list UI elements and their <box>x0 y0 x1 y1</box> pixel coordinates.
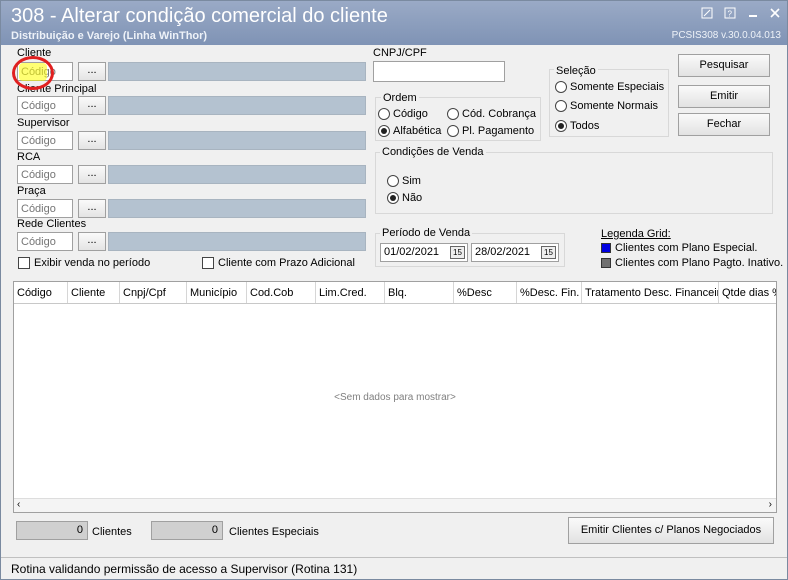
rca-search-button[interactable]: ... <box>78 165 106 184</box>
ordem-alfabetica-label: Alfabética <box>393 125 442 137</box>
prazo-adicional-checkbox[interactable] <box>202 257 214 269</box>
ordem-label: Ordem <box>381 92 419 104</box>
legend-especial-label: Clientes com Plano Especial. <box>615 242 758 254</box>
condicoes-sim-radio[interactable] <box>387 175 399 187</box>
praca-label: Praça <box>17 185 46 197</box>
ordem-cod-cobranca-radio[interactable] <box>447 108 459 120</box>
grid-col-cnpj[interactable]: Cnpj/Cpf <box>120 282 187 303</box>
close-icon[interactable] <box>768 7 782 21</box>
cnpj-label: CNPJ/CPF <box>373 47 427 59</box>
cliente-description <box>108 62 366 81</box>
grid-col-desc-fin[interactable]: %Desc. Fin. <box>517 282 582 303</box>
selecao-normais-radio[interactable] <box>555 100 567 112</box>
condicoes-label: Condições de Venda <box>380 146 486 158</box>
fechar-button[interactable]: Fechar <box>678 113 770 136</box>
legend-swatch-inativo <box>601 258 611 268</box>
condicoes-sim-label: Sim <box>402 175 421 187</box>
status-text: Rotina validando permissão de acesso a S… <box>11 562 358 576</box>
rede-clientes-code-input[interactable] <box>17 232 73 251</box>
condicoes-nao-radio[interactable] <box>387 192 399 204</box>
ordem-codigo-label: Código <box>393 108 428 120</box>
selecao-todos-label: Todos <box>570 120 600 132</box>
exibir-venda-checkbox[interactable] <box>18 257 30 269</box>
periodo-end-value: 28/02/2021 <box>475 246 531 258</box>
highlight-circle <box>12 56 54 90</box>
selecao-label: Seleção <box>554 65 598 77</box>
horizontal-scrollbar[interactable]: ‹ › <box>14 498 776 512</box>
supervisor-search-button[interactable]: ... <box>78 131 106 150</box>
condicoes-group <box>375 152 773 214</box>
clientes-count-label: Clientes <box>92 526 132 538</box>
version-label: PCSIS308 v.30.0.04.013 <box>671 30 781 41</box>
grid-empty-message: <Sem dados para mostrar> <box>334 392 456 403</box>
condicoes-nao-label: Não <box>402 192 423 204</box>
periodo-label: Período de Venda <box>380 227 473 239</box>
prazo-adicional-label: Cliente com Prazo Adicional <box>218 257 355 269</box>
ordem-codigo-radio[interactable] <box>378 108 390 120</box>
grid-col-cliente[interactable]: Cliente <box>68 282 120 303</box>
calendar-icon[interactable]: 15 <box>450 246 465 259</box>
praca-search-button[interactable]: ... <box>78 199 106 218</box>
window-title: 308 - Alterar condição comercial do clie… <box>11 5 388 27</box>
calendar-icon[interactable]: 15 <box>541 246 556 259</box>
rca-code-input[interactable] <box>17 165 73 184</box>
supervisor-description <box>108 131 366 150</box>
minimize-icon[interactable] <box>746 7 760 21</box>
title-bar: 308 - Alterar condição comercial do clie… <box>1 1 787 45</box>
selecao-todos-radio[interactable] <box>555 120 567 132</box>
cliente-principal-description <box>108 96 366 115</box>
selecao-especiais-radio[interactable] <box>555 81 567 93</box>
grid-col-qtde-dias[interactable]: Qtde dias % <box>719 282 776 303</box>
edit-icon[interactable] <box>700 7 714 21</box>
svg-text:?: ? <box>728 10 733 19</box>
clientes-count: 0 <box>16 521 88 540</box>
praca-description <box>108 199 366 218</box>
supervisor-label: Supervisor <box>17 117 70 129</box>
pesquisar-button[interactable]: Pesquisar <box>678 54 770 77</box>
grid-col-codigo[interactable]: Código <box>14 282 68 303</box>
grid-col-tratamento[interactable]: Tratamento Desc. Financeiro <box>582 282 719 303</box>
supervisor-code-input[interactable] <box>17 131 73 150</box>
help-icon[interactable]: ? <box>723 7 737 21</box>
cliente-principal-search-button[interactable]: ... <box>78 96 106 115</box>
grid-col-cod-cob[interactable]: Cod.Cob <box>247 282 316 303</box>
window-subtitle: Distribuição e Varejo (Linha WinThor) <box>11 30 208 42</box>
periodo-end-input[interactable]: 28/02/2021 15 <box>471 243 559 262</box>
ordem-pl-pagamento-label: Pl. Pagamento <box>462 125 535 137</box>
grid-col-municipio[interactable]: Município <box>187 282 247 303</box>
cliente-principal-code-input[interactable] <box>17 96 73 115</box>
especiais-count: 0 <box>151 521 223 540</box>
selecao-especiais-label: Somente Especiais <box>570 81 665 93</box>
ordem-pl-pagamento-radio[interactable] <box>447 125 459 137</box>
emitir-planos-button[interactable]: Emitir Clientes c/ Planos Negociados <box>568 517 774 544</box>
legend-swatch-especial <box>601 243 611 253</box>
emitir-button[interactable]: Emitir <box>678 85 770 108</box>
clients-grid[interactable]: Código Cliente Cnpj/Cpf Município Cod.Co… <box>13 281 777 513</box>
grid-col-desc[interactable]: %Desc <box>454 282 517 303</box>
grid-col-blq[interactable]: Blq. <box>385 282 454 303</box>
scroll-left-icon[interactable]: ‹ <box>17 499 20 510</box>
legend-inativo-label: Clientes com Plano Pagto. Inativo. <box>615 257 784 269</box>
praca-code-input[interactable] <box>17 199 73 218</box>
grid-col-lim-cred[interactable]: Lim.Cred. <box>316 282 385 303</box>
main-window: 308 - Alterar condição comercial do clie… <box>0 0 788 580</box>
selecao-normais-label: Somente Normais <box>570 100 659 112</box>
periodo-start-input[interactable]: 01/02/2021 15 <box>380 243 468 262</box>
rede-clientes-label: Rede Clientes <box>17 218 87 230</box>
legenda-label: Legenda Grid: <box>601 228 671 240</box>
status-bar: Rotina validando permissão de acesso a S… <box>1 557 787 579</box>
rca-label: RCA <box>17 151 41 163</box>
ordem-cod-cobranca-label: Cód. Cobrança <box>462 108 536 120</box>
periodo-start-value: 01/02/2021 <box>384 246 440 258</box>
scroll-right-icon[interactable]: › <box>769 499 772 510</box>
cnpj-input[interactable] <box>373 61 505 82</box>
exibir-venda-label: Exibir venda no período <box>34 257 151 269</box>
cliente-search-button[interactable]: ... <box>78 62 106 81</box>
grid-header: Código Cliente Cnpj/Cpf Município Cod.Co… <box>14 282 776 304</box>
especiais-count-label: Clientes Especiais <box>229 526 319 538</box>
rede-clientes-description <box>108 232 366 251</box>
rede-clientes-search-button[interactable]: ... <box>78 232 106 251</box>
rca-description <box>108 165 366 184</box>
ordem-alfabetica-radio[interactable] <box>378 125 390 137</box>
